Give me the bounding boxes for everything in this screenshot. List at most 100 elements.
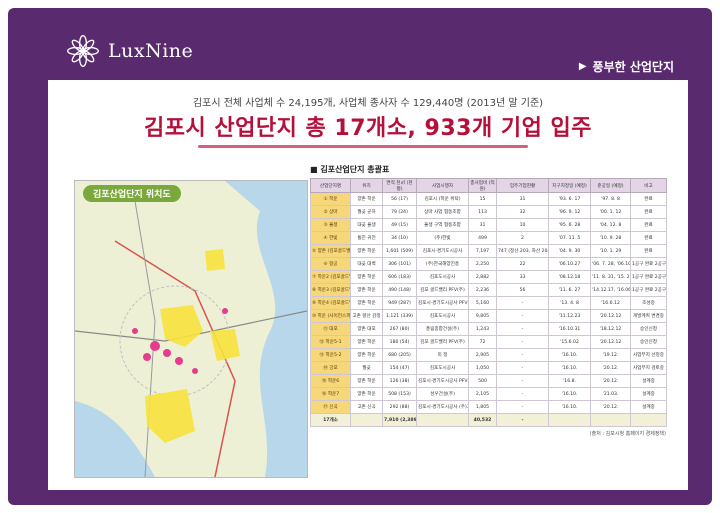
table-row: ⑦ 학운2 (김포골드밸리)양촌 학운606 (183)김포도시공사2,8823… [310,270,667,284]
table-cell: 개발계획 변경중 [630,309,667,323]
table-cell: 56 [496,283,549,297]
complex-name-cell: ⑩ 학운 (사이언스파크) [310,309,351,323]
table-row: ⑬ 학운5-2 양촌 학운 680 (205) 미 정 2,905- '16.10. '19… [310,348,667,362]
summary-table-section: ■ 김포산업단지 총괄표 산업단지명 위치 면적 천㎡ (천평) 사업시행자 총… [310,164,667,437]
header-cell: 준공일 (예정) [590,178,631,193]
table-cell: 양촌 학운 [350,296,383,310]
table-cell: 33 [496,270,549,284]
table-cell: '96. 9. 12 [548,205,591,219]
table-row: ⑨ 학운4 (김포골드밸리)양촌 학운949 (287)김포시·경기도시공사 P… [310,296,667,310]
table-cell: '21.03. [590,387,631,401]
map-label: 김포산업단지 위치도 [83,185,181,202]
table-cell: '16.10.31 [548,322,591,336]
table-cell: 완료 [630,218,667,232]
table-cell: 사업부지 선정중 [630,348,667,362]
table-cell: 양촌 학운 [350,283,383,297]
table-cell: 김포시·경기도시공사 [416,244,469,258]
table-cell: '04. 12. 8 [590,218,631,232]
table-cell: 김포도시공사 [416,361,469,375]
table-row: ⑰ 신곡고촌 신곡292 (88)김포시·경기도시공사 (주)고신1,805-'… [310,400,667,414]
header-cell: 사업시행자 [416,178,469,193]
table-cell: 72 [468,335,497,349]
header-cell: 총사업비 (억원) [468,178,497,193]
summary-table: 산업단지명 위치 면적 천㎡ (천평) 사업시행자 총사업비 (억원) 입주기업… [310,178,667,427]
total-cell [548,413,591,427]
table-cell: 양촌 학운 [350,335,383,349]
table-cell: 승인신청 [630,335,667,349]
table-cell: 1,601 (509) [382,244,417,258]
table-cell: 양촌 학운 [350,374,383,388]
table-cell: 설계중 [630,374,667,388]
complex-name-cell: ⑫ 학운5-1 [310,335,351,349]
complex-name-cell: ⑧ 학운3 (김포골드밸리) [310,283,351,297]
table-cell: 1공구 완료 2공구 조성 [630,257,667,271]
section-tag-label: 풍부한 산업단지 [592,60,674,74]
table-row: ① 학운 양촌 학운 56 (17) 김포시 (학운 위탁) 15 31'93. 6. 1… [310,192,667,206]
header-cell: 비고 [630,178,667,193]
total-cell [416,413,469,427]
table-cell: 154 (47) [382,361,417,375]
table-cell: '10. 1. 29 [590,244,631,258]
complex-name-cell: ⑭ 강포 [310,361,351,375]
complex-name-cell: ⑤ 양촌 (김포골드밸리) [310,244,351,258]
table-cell: 성우건설(주) [416,387,469,401]
table-cell: 대곶 율생 [350,218,383,232]
table-cell: 2,882 [468,270,497,284]
total-cell: 40,532 [468,413,497,427]
complex-name-cell: ⑦ 학운2 (김포골드밸리) [310,270,351,284]
table-cell: 2,250 [468,257,497,271]
table-cell: '16.10. [548,400,591,414]
table-cell: '06. 7. 28, '06.10.27 [590,257,631,271]
table-cell: - [496,309,549,323]
table-cell: 180 (54) [382,335,417,349]
table-cell: 고촌 향산 감정 [350,309,383,323]
table-cell: '00. 1. 12 [590,205,631,219]
table-cell: 1공구 완료 2공구 조성 [630,270,667,284]
table-cell: '16.10. [548,348,591,362]
table-cell: 설계중 [630,387,667,401]
table-row: ⑮ 학운6양촌 학운126 (38)김포시·경기도시공사 PFV(주)500-'… [310,374,667,388]
table-cell: '16.8. [548,374,591,388]
table-cell: 1공구 완료 2공구 조성 [630,283,667,297]
table-cell: 680 (205) [382,348,417,362]
table-cell: '20.12.12 [590,309,631,323]
table-cell: 양촌 학운 [350,270,383,284]
table-row: ② 상마 월곶 군하 79 (24) 상마 사업 협동조합 113 32'96. 9. 1… [310,205,667,219]
table-cell: 126 (38) [382,374,417,388]
table-cell: 김포도시공사 [416,270,469,284]
table-cell: 2 [496,231,549,245]
table-cell: - [496,335,549,349]
table-cell: 747 (정산 203, 자산 204) [496,244,549,258]
total-cell: - [496,413,549,427]
table-cell: 완료 [630,231,667,245]
table-cell: '16.6.12 [590,296,631,310]
table-cell: 풍림종합건설(주) [416,322,469,336]
table-row: ⑩ 학운 (사이언스파크)고촌 향산 감정1,121 (339)김포도시공사9,… [310,309,667,323]
table-cell: 승인신청 [630,322,667,336]
table-cell: 15 [468,192,497,206]
table-cell: 김포시 (학운 위탁) [416,192,469,206]
table-cell: 상마 사업 협동조합 [416,205,469,219]
table-cell: '95. 6. 28 [548,218,591,232]
table-cell: 56 (17) [382,192,417,206]
table-cell: 113 [468,205,497,219]
table-cell: (주)한국해양진흥 [416,257,469,271]
table-cell: 7,197 [468,244,497,258]
table-cell: 1,805 [468,400,497,414]
table-cell: 31 [496,192,549,206]
complex-name-cell: ② 상마 [310,205,351,219]
table-cell: 미 정 [416,348,469,362]
complex-name-cell: ⑨ 학운4 (김포골드밸리) [310,296,351,310]
total-cell [590,413,631,427]
table-cell: 완료 [630,192,667,206]
table-cell: 양촌 학운 [350,192,383,206]
header-cell: 위치 [350,178,383,193]
table-cell: 김포 골드밸리 PFV(주) [416,335,469,349]
total-cell: 7,910 (2,389) [382,413,417,427]
table-cell: - [496,387,549,401]
table-cell: '20.12. [590,400,631,414]
table-row: ⑪ 대포 양촌 대포 267 (80) 풍림종합건설(주) 1,243- '16.10.3… [310,322,667,336]
table-cell: '07. 11. 5 [548,231,591,245]
table-cell: 2,905 [468,348,497,362]
table-cell: 949 (287) [382,296,417,310]
